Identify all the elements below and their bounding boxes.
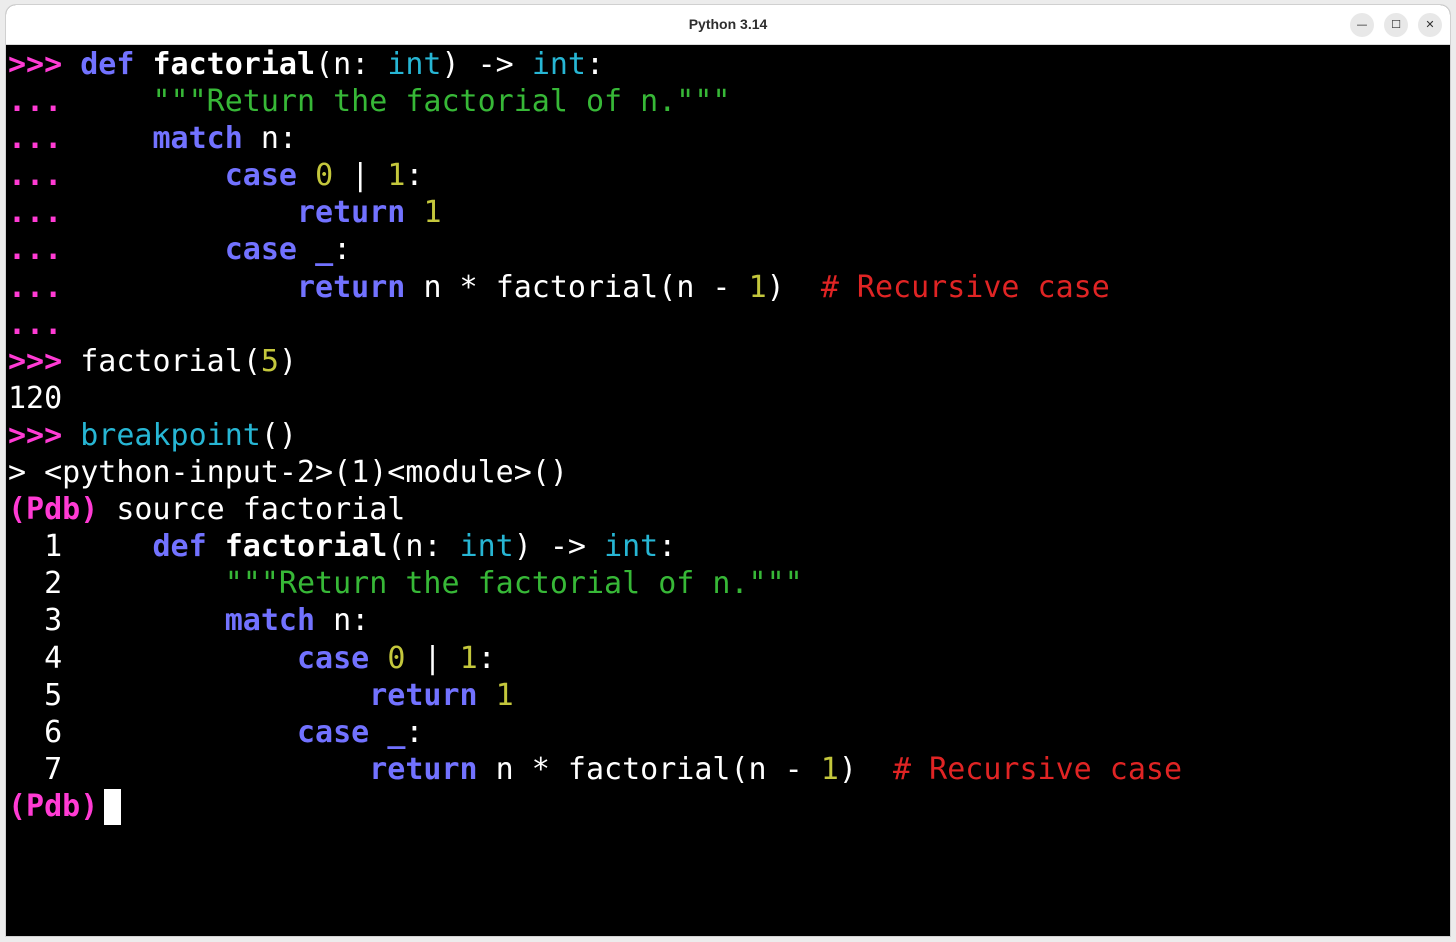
repl-line: >>> def factorial(n: int) -> int:	[8, 47, 605, 82]
continuation-prompt: ...	[8, 121, 63, 157]
repl-line: ... match n:	[8, 121, 297, 157]
window-title: Python 3.14	[688, 16, 768, 32]
call-arg: 5	[260, 343, 279, 379]
continuation-prompt: ...	[8, 232, 63, 268]
builtin-breakpoint: breakpoint	[80, 417, 261, 453]
line-number: 4	[44, 640, 63, 676]
line-number: 6	[44, 714, 63, 750]
repl-line: >>> breakpoint()	[8, 417, 297, 453]
function-name: factorial	[152, 47, 316, 82]
source-line: 2 """Return the factorial of n."""	[44, 566, 803, 602]
pdb-location: > <python-input-2>(1)<module>()	[8, 455, 568, 491]
result-value: 120	[8, 380, 63, 416]
source-line: 3 match n:	[44, 603, 370, 639]
keyword-return: return	[297, 195, 406, 231]
source-line: 7 return n * factorial(n - 1) # Recursiv…	[44, 751, 1183, 787]
continuation-prompt: ...	[8, 84, 63, 120]
keyword-def: def	[80, 47, 135, 82]
type-int: int	[387, 47, 442, 82]
pdb-prompt: (Pdb)	[8, 788, 99, 824]
primary-prompt: >>>	[8, 417, 63, 453]
line-number: 3	[44, 603, 63, 639]
location-text: <python-input-2>(1)<module>()	[44, 455, 568, 491]
primary-prompt: >>>	[8, 47, 63, 82]
primary-prompt: >>>	[8, 343, 63, 379]
keyword-case: case	[224, 232, 297, 268]
repl-line: ... case _:	[8, 232, 352, 268]
repl-line: >>> factorial(5)	[8, 343, 297, 379]
keyword-case: case	[224, 158, 297, 194]
repl-line: ...	[8, 306, 1448, 343]
pdb-command: source factorial	[116, 492, 406, 528]
line-number: 5	[44, 677, 63, 713]
continuation-prompt: ...	[8, 306, 63, 342]
repl-line: ... """Return the factorial of n."""	[8, 83, 1448, 120]
pdb-prompt: (Pdb)	[8, 492, 99, 528]
continuation-prompt: ...	[8, 158, 63, 194]
number: 1	[423, 195, 442, 231]
repl-line: ... return n * factorial(n - 1) # Recurs…	[8, 269, 1110, 305]
keyword-match: match	[152, 121, 243, 157]
source-line: 4 case 0 | 1:	[44, 640, 496, 676]
minimize-button[interactable]: —	[1350, 13, 1374, 37]
wildcard: _	[315, 232, 334, 268]
line-number: 7	[44, 751, 63, 787]
number: 1	[387, 158, 406, 194]
line-number: 2	[44, 566, 63, 602]
pipe: |	[351, 158, 370, 194]
text-cursor[interactable]	[104, 789, 122, 826]
source-line: 5 return 1	[44, 677, 514, 713]
keyword-return: return	[297, 269, 406, 305]
title-bar[interactable]: Python 3.14 — ☐ ✕	[6, 5, 1450, 45]
repl-line: ... case 0 | 1:	[8, 158, 424, 194]
repl-line: ... return 1	[8, 194, 1448, 231]
source-line: 1 def factorial(n: int) -> int:	[44, 529, 677, 565]
continuation-prompt: ...	[8, 195, 63, 231]
pdb-input-line[interactable]: (Pdb)	[8, 788, 1448, 826]
terminal-window: Python 3.14 — ☐ ✕ >>> def factorial(n: i…	[6, 5, 1450, 936]
type-int: int	[531, 47, 586, 82]
terminal-output[interactable]: >>> def factorial(n: int) -> int: ... ""…	[8, 46, 1448, 934]
number: 0	[315, 158, 334, 194]
param: n	[333, 47, 352, 82]
continuation-prompt: ...	[8, 269, 63, 305]
repl-output: 120	[8, 380, 1448, 417]
maximize-button[interactable]: ☐	[1384, 13, 1408, 37]
pdb-line: (Pdb) source factorial	[8, 491, 1448, 528]
docstring: """Return the factorial of n."""	[152, 84, 731, 120]
return-arrow: ->	[477, 47, 514, 82]
source-line: 6 case _:	[44, 714, 424, 750]
comment: # Recursive case	[820, 269, 1110, 305]
close-button[interactable]: ✕	[1418, 13, 1442, 37]
line-number: 1	[44, 529, 63, 565]
